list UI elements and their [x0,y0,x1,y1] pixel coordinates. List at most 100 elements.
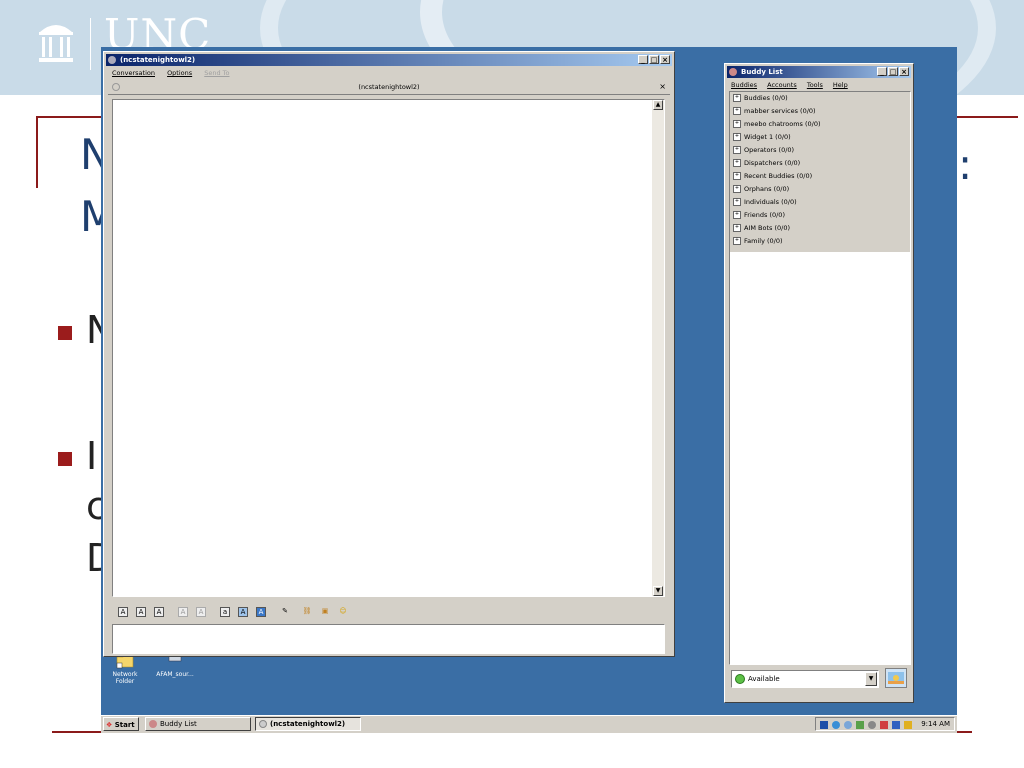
foreground-color-icon[interactable]: A [238,607,248,617]
smiley-icon[interactable]: ☺ [338,607,348,617]
status-icon [259,720,267,728]
expand-icon[interactable]: + [733,172,741,180]
expand-icon[interactable]: + [733,107,741,115]
scroll-up-arrow-icon[interactable]: ▲ [653,100,663,110]
desktop-icon-network-folder[interactable]: Network Folder [103,653,147,685]
image-icon[interactable]: ▣ [320,607,330,617]
buddy-list-titlebar[interactable]: Buddy List _ □ × [727,66,911,78]
buddy-group[interactable]: + Recent Buddies (0/0) [733,170,812,183]
buddy-group[interactable]: + Dispatchers (0/0) [733,157,800,170]
expand-icon[interactable]: + [733,159,741,167]
status-label: Available [748,675,780,683]
desktop-icon-label: Network [112,671,138,678]
conversation-history[interactable]: ▲ ▼ [112,99,665,597]
tray-app-icon[interactable] [904,721,912,729]
pidgin-icon [729,68,737,76]
expand-icon[interactable]: + [733,120,741,128]
maximize-button[interactable]: □ [888,67,898,76]
desktop-icon-label: AFAM_sour... [156,671,194,678]
windows-logo-icon: ❖ [106,721,113,729]
menu-buddies[interactable]: Buddies [731,81,757,89]
buddy-group[interactable]: + Family (0/0) [733,235,783,248]
message-entry-input[interactable] [112,624,665,654]
buddy-group[interactable]: + Widget 1 (0/0) [733,131,791,144]
buddy-group[interactable]: + Friends (0/0) [733,209,785,222]
pidgin-icon [108,56,116,64]
expand-icon[interactable]: + [733,146,741,154]
expand-icon[interactable]: + [733,198,741,206]
tray-app-icon[interactable] [820,721,828,729]
buddy-groups: + Buddies (0/0) + mabber services (0/0) + m… [730,92,910,252]
buddy-group[interactable]: + Orphans (0/0) [733,183,789,196]
menu-conversation[interactable]: Conversation [112,69,155,77]
history-scrollbar[interactable]: ▲ ▼ [652,100,664,596]
bullet-text-fragment: I [86,434,98,478]
menu-tools[interactable]: Tools [807,81,823,89]
maximize-button[interactable]: □ [649,55,659,64]
close-button[interactable]: × [899,67,909,76]
expand-icon[interactable]: + [733,185,741,193]
menu-accounts[interactable]: Accounts [767,81,797,89]
close-button[interactable]: × [660,55,670,64]
tray-app-icon[interactable] [856,721,864,729]
italic-icon[interactable]: A [136,607,146,617]
conversation-menubar: Conversation Options Send To [112,68,240,78]
taskbar-button-buddy-list[interactable]: Buddy List [145,717,251,731]
buddy-group[interactable]: + meebo chatrooms (0/0) [733,118,821,131]
buddy-group[interactable]: + mabber services (0/0) [733,105,816,118]
conversation-tab[interactable]: (ncstatenightowl2) × [108,80,670,95]
menu-send-to[interactable]: Send To [204,69,229,77]
tray-app-icon[interactable] [880,721,888,729]
menu-help[interactable]: Help [833,81,848,89]
tray-network-icon[interactable] [832,721,840,729]
bullet-marker [58,326,72,340]
font-shrink-icon[interactable]: A [196,607,206,617]
tray-app-icon[interactable] [844,721,852,729]
start-button[interactable]: ❖ Start [103,717,139,731]
logo-divider [90,18,91,70]
conversation-titlebar[interactable]: (ncstatenightowl2) _ □ × [106,54,672,66]
clear-format-icon[interactable]: ✎ [280,607,290,617]
underline-icon[interactable]: A [154,607,164,617]
minimize-button[interactable]: _ [638,55,648,64]
scroll-down-arrow-icon[interactable]: ▼ [653,586,663,596]
desktop-icon-label: Folder [115,678,135,685]
chevron-down-icon[interactable]: ▼ [865,672,877,686]
status-selector[interactable]: Available ▼ [731,670,879,688]
available-status-icon [735,674,745,684]
buddy-group[interactable]: + Buddies (0/0) [733,92,788,105]
expand-icon[interactable]: + [733,237,741,245]
bold-icon[interactable]: A [118,607,128,617]
conversation-title: (ncstatenightowl2) [120,56,196,64]
background-color-icon[interactable]: A [256,607,266,617]
font-face-icon[interactable]: a [220,607,230,617]
buddy-icon-button[interactable] [885,668,907,688]
taskbar-clock: 9:14 AM [921,720,950,728]
tray-app-icon[interactable] [892,721,900,729]
window-controls: _ □ × [876,67,909,79]
taskbar: ❖ Start Buddy List (ncstatenightowl2) 9:… [101,715,957,733]
buddy-group[interactable]: + Individuals (0/0) [733,196,797,209]
minimize-button[interactable]: _ [877,67,887,76]
taskbar-button-conversation[interactable]: (ncstatenightowl2) [255,717,361,731]
buddy-picture-icon [888,672,904,684]
buddy-group[interactable]: + Operators (0/0) [733,144,794,157]
buddy-group[interactable]: + AIM Bots (0/0) [733,222,790,235]
expand-icon[interactable]: + [733,94,741,102]
link-icon[interactable]: ⛓ [302,607,312,617]
buddy-list[interactable]: + Buddies (0/0) + mabber services (0/0) + m… [729,91,911,665]
buddy-list-title: Buddy List [741,68,783,76]
expand-icon[interactable]: + [733,133,741,141]
expand-icon[interactable]: + [733,224,741,232]
font-grow-icon[interactable]: A [178,607,188,617]
buddy-list-menubar: Buddies Accounts Tools Help [731,80,856,90]
slide-title-colon: : [958,140,973,189]
tab-close-icon[interactable]: × [659,80,666,94]
bullet-marker [58,452,72,466]
pidgin-icon [149,720,157,728]
tray-app-icon[interactable] [868,721,876,729]
menu-options[interactable]: Options [167,69,192,77]
system-tray: 9:14 AM [815,717,955,731]
conversation-window: (ncstatenightowl2) _ □ × Conversation Opti… [103,51,675,657]
expand-icon[interactable]: + [733,211,741,219]
